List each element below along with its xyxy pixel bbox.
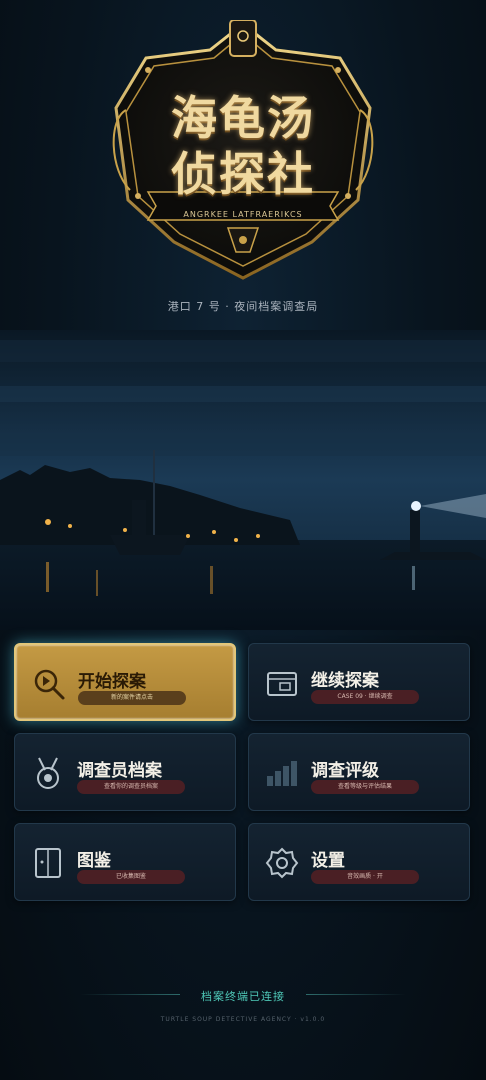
harbor-night-illustration [0, 330, 486, 630]
investigation-rating-subtitle: 查看等级与评估结果 [311, 780, 419, 794]
continue-case-label: 继续探案 [311, 671, 379, 691]
settings-label: 设置 [311, 851, 345, 871]
game-logo-emblem: 海龟汤 侦探社 ANGRKEE LATFRAERIKCS [108, 20, 378, 282]
magnifier-icon [32, 667, 66, 701]
continue-case-subtitle: CASE 09 · 继续调查 [311, 690, 419, 704]
logo-subtitle: ANGRKEE LATFRAERIKCS [183, 210, 303, 219]
footer-version: TURTLE SOUP DETECTIVE AGENCY · v1.0.0 [160, 1016, 326, 1023]
start-case-label: 开始探案 [78, 672, 146, 692]
book-icon [31, 846, 65, 880]
gallery-label: 图鉴 [77, 851, 111, 871]
investigation-rating-button[interactable]: 调查评级 查看等级与评估结果 [248, 733, 470, 811]
case-file-icon [265, 666, 299, 700]
logo-title-line2: 侦探社 [171, 147, 315, 201]
investigator-profile-subtitle: 查看你的调查员档案 [77, 780, 185, 794]
gallery-subtitle: 已收集图鉴 [77, 870, 185, 884]
harbor-scene-image [0, 330, 486, 630]
continue-case-button[interactable]: 继续探案 CASE 09 · 继续调查 [248, 643, 470, 721]
investigator-profile-label: 调查员档案 [77, 761, 162, 781]
start-case-button[interactable]: 开始探案 新的案件请点击 [14, 643, 236, 721]
gallery-button[interactable]: 图鉴 已收集图鉴 [14, 823, 236, 901]
medal-icon [31, 756, 65, 790]
investigation-rating-label: 调查评级 [311, 761, 379, 781]
bar-chart-icon [265, 756, 299, 790]
investigator-profile-button[interactable]: 调查员档案 查看你的调查员档案 [14, 733, 236, 811]
settings-button[interactable]: 设置 音效画质 · 开 [248, 823, 470, 901]
gear-icon [265, 846, 299, 880]
location-tagline: 港口 7 号 · 夜间档案调查局 [167, 300, 319, 313]
settings-subtitle: 音效画质 · 开 [311, 870, 419, 884]
start-case-subtitle: 新的案件请点击 [78, 691, 186, 705]
terminal-status: 档案终端已连接 [201, 990, 285, 1003]
